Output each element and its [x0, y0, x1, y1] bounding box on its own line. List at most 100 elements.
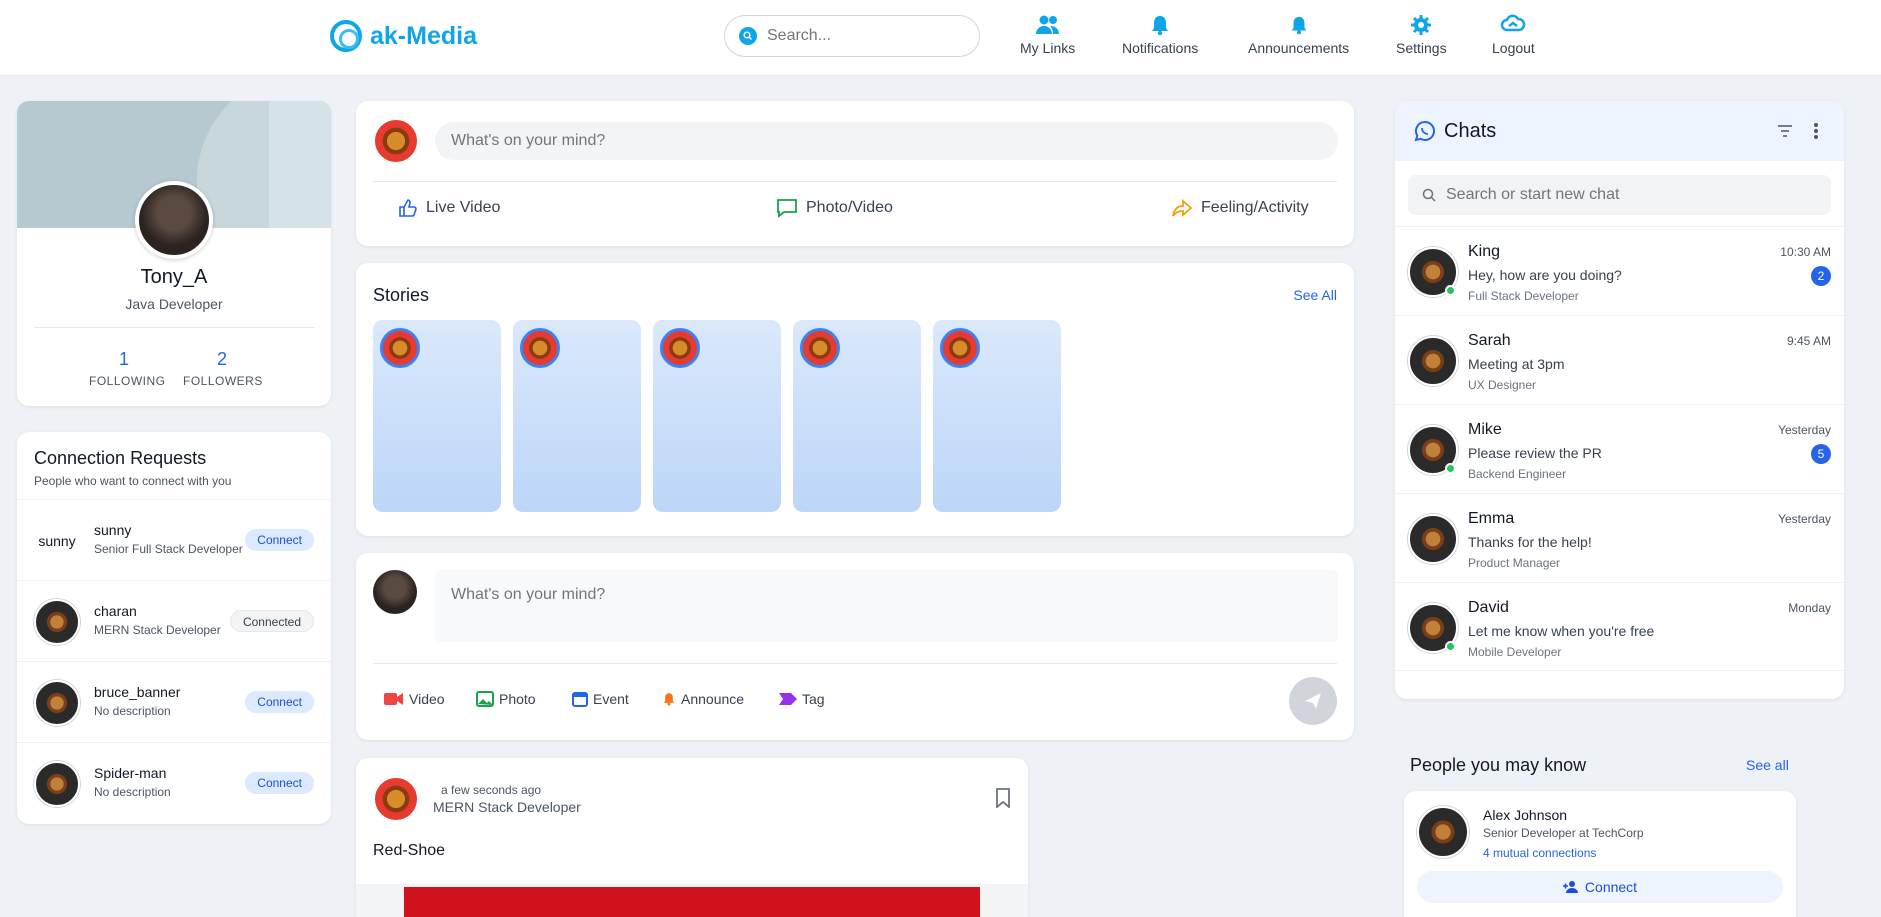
search-icon [1422, 188, 1436, 202]
bell-icon [1152, 16, 1169, 36]
divider [373, 663, 1337, 664]
logout-icon [1501, 14, 1526, 32]
chat-role: Product Manager [1468, 556, 1561, 570]
stories-card: Stories See All [356, 263, 1354, 536]
request-name[interactable]: charan [94, 603, 137, 619]
brand-logo[interactable]: ak-Media [330, 20, 477, 52]
chats-panel: Chats King Hey, how are you doing? Full … [1395, 101, 1844, 699]
chat-search[interactable] [1408, 175, 1831, 215]
post-author-avatar[interactable] [373, 776, 419, 822]
avatar [34, 680, 80, 726]
connection-request-row: Spider-man No description Connect [17, 742, 331, 823]
divider [373, 181, 1337, 182]
people-see-all-link[interactable]: See all [1746, 757, 1789, 773]
online-indicator [1445, 285, 1456, 296]
status-input[interactable] [435, 122, 1338, 160]
connect-button[interactable]: Connect [245, 691, 314, 713]
global-search[interactable] [724, 15, 980, 57]
more-options-icon[interactable] [1813, 122, 1819, 140]
announce-tool-button[interactable]: Announce [662, 691, 744, 707]
bell-icon [1291, 16, 1306, 35]
connect-button[interactable]: Connect [245, 772, 314, 794]
nav-my-links[interactable]: My Links [1020, 14, 1075, 56]
feeling-activity-button[interactable]: Feeling/Activity [1171, 198, 1309, 218]
video-tool-button[interactable]: Video [384, 691, 445, 707]
chats-header: Chats [1395, 101, 1844, 161]
story-avatar [660, 328, 700, 368]
photo-video-button[interactable]: Photo/Video [776, 198, 893, 218]
nav-label: Logout [1492, 40, 1535, 56]
brand-name: ak-Media [370, 21, 477, 50]
following-stat[interactable]: 1 FOLLOWING [89, 349, 165, 388]
connect-button[interactable]: Connect [245, 529, 314, 551]
avatar[interactable] [1417, 806, 1469, 858]
tag-tool-button[interactable]: Tag [779, 691, 825, 707]
connect-button[interactable]: Connect [1417, 871, 1783, 903]
story-card[interactable] [793, 320, 921, 512]
chat-message: Thanks for the help! [1468, 534, 1592, 550]
nav-label: Notifications [1122, 40, 1199, 56]
story-card[interactable] [933, 320, 1061, 512]
story-card[interactable] [653, 320, 781, 512]
profile-card: Tony_A Java Developer 1 FOLLOWING 2 FOLL… [17, 101, 331, 406]
chat-item[interactable]: Sarah Meeting at 3pm UX Designer 9:45 AM [1395, 315, 1844, 404]
chat-name: Sarah [1468, 332, 1511, 349]
chat-item[interactable]: David Let me know when you're free Mobil… [1395, 582, 1844, 671]
chat-name: Mike [1468, 421, 1502, 438]
live-video-button[interactable]: Live Video [398, 198, 500, 218]
action-label: Photo/Video [806, 199, 893, 216]
nav-logout[interactable]: Logout [1492, 14, 1535, 56]
post-image[interactable] [404, 887, 980, 917]
chat-search-input[interactable] [1446, 186, 1826, 204]
story-card[interactable] [373, 320, 501, 512]
suggestion-name[interactable]: Alex Johnson [1483, 807, 1567, 823]
profile-avatar[interactable] [135, 181, 213, 259]
add-user-icon [1562, 881, 1578, 893]
followers-stat[interactable]: 2 FOLLOWERS [183, 349, 262, 388]
suggestion-role: Senior Developer at TechCorp [1483, 826, 1644, 840]
nav-settings[interactable]: Settings [1396, 14, 1447, 56]
request-name[interactable]: Spider-man [94, 765, 166, 781]
action-label: Feeling/Activity [1201, 199, 1309, 216]
gear-icon [1411, 15, 1432, 35]
connection-requests-title: Connection Requests [34, 448, 207, 468]
search-input[interactable] [767, 27, 967, 45]
request-desc: Senior Full Stack Developer [94, 542, 243, 556]
tag-icon [779, 693, 797, 705]
search-icon [739, 27, 757, 45]
post-author-role: MERN Stack Developer [433, 799, 581, 815]
story-card[interactable] [513, 320, 641, 512]
avatar [34, 761, 80, 807]
chat-item[interactable]: Emma Thanks for the help! Product Manage… [1395, 493, 1844, 582]
event-tool-button[interactable]: Event [572, 691, 629, 707]
share-icon [1172, 199, 1193, 217]
nav-label: My Links [1020, 40, 1076, 56]
send-button[interactable] [1289, 677, 1337, 725]
nav-announcements[interactable]: Announcements [1248, 14, 1349, 56]
tool-label: Event [593, 691, 629, 707]
chat-item[interactable]: Mike Please review the PR Backend Engine… [1395, 404, 1844, 493]
connected-button[interactable]: Connected [229, 610, 314, 632]
post-textarea[interactable] [435, 570, 1338, 642]
photo-tool-button[interactable]: Photo [476, 691, 536, 707]
people-you-may-know-title: People you may know [1410, 755, 1587, 775]
story-avatar [380, 328, 420, 368]
request-name[interactable]: sunny [94, 522, 131, 538]
chat-role: Full Stack Developer [1468, 289, 1579, 303]
top-navbar: ak-Media My Links Notifications Announce… [0, 0, 1881, 76]
chat-time: Monday [1788, 601, 1831, 615]
chat-item[interactable]: King Hey, how are you doing? Full Stack … [1395, 226, 1844, 315]
chat-bubble-icon [1414, 120, 1435, 142]
nav-label: Settings [1396, 40, 1447, 56]
suggestion-card: Alex Johnson Senior Developer at TechCor… [1404, 791, 1796, 917]
bookmark-icon[interactable] [995, 788, 1011, 813]
story-avatar [800, 328, 840, 368]
mutual-connections-link[interactable]: 4 mutual connections [1483, 846, 1596, 860]
filter-icon[interactable] [1777, 124, 1793, 138]
online-indicator [1445, 641, 1456, 652]
stories-see-all-link[interactable]: See All [1293, 287, 1337, 303]
request-name[interactable]: bruce_banner [94, 684, 180, 700]
nav-notifications[interactable]: Notifications [1122, 14, 1198, 56]
chat-message: Please review the PR [1468, 445, 1602, 461]
request-desc: No description [94, 785, 171, 799]
